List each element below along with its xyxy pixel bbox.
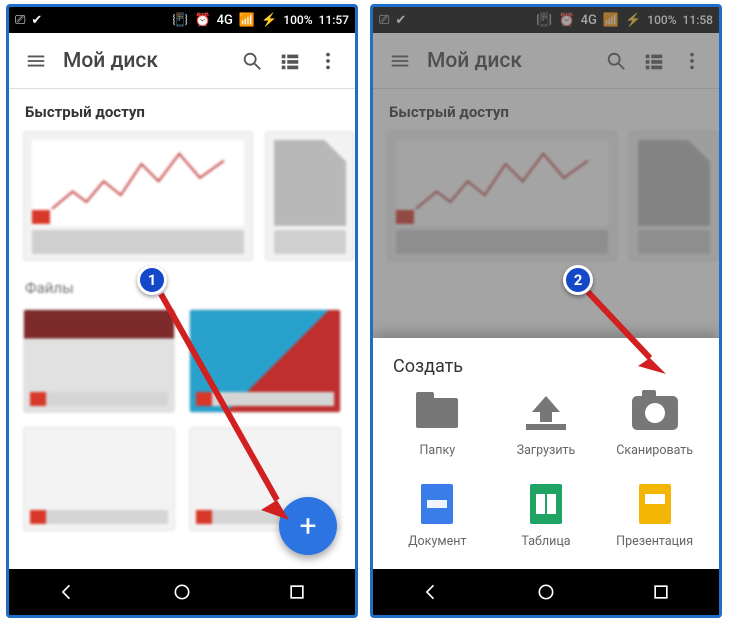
- create-bottom-sheet: Создать Папку Загрузить Сканировать Доку…: [373, 338, 719, 569]
- phone-screen-2: ⎚ ✔ 📳 ⏰ 4G 📶 ⚡ 100% 11:58 Мой диск Быстр…: [370, 4, 722, 618]
- files-heading: Файлы: [9, 261, 355, 303]
- create-sheet[interactable]: Таблица: [492, 484, 601, 549]
- clock: 11:57: [319, 13, 349, 27]
- camera-icon: [632, 396, 678, 430]
- phone-screen-1: ⎚ ✔ 📳 ⏰ 4G 📶 ⚡ 100% 11:57 Мой диск: [6, 4, 358, 618]
- search-icon[interactable]: [235, 44, 269, 78]
- upload[interactable]: Загрузить: [492, 393, 601, 458]
- fab-create[interactable]: +: [279, 497, 337, 555]
- scan-label: Сканировать: [616, 443, 693, 458]
- app-bar: Мой диск: [9, 33, 355, 89]
- create-slides-label: Презентация: [616, 534, 693, 549]
- file-thumb[interactable]: [23, 309, 175, 413]
- view-list-icon[interactable]: [273, 44, 307, 78]
- google-doc-icon: [421, 484, 453, 524]
- quick-access-heading: Быстрый доступ: [9, 89, 355, 131]
- create-sheet-label: Таблица: [521, 534, 570, 549]
- signal-icon: 📶: [239, 14, 255, 27]
- create-folder-label: Папку: [420, 443, 456, 458]
- nav-recent[interactable]: [649, 580, 673, 604]
- nav-recent[interactable]: [285, 580, 309, 604]
- quick-card[interactable]: [265, 131, 355, 261]
- nav-home[interactable]: [534, 580, 558, 604]
- menu-icon[interactable]: [19, 44, 53, 78]
- annotation-badge-2: 2: [563, 265, 593, 295]
- battery-percent: 100%: [283, 13, 312, 27]
- create-doc[interactable]: Документ: [383, 484, 492, 549]
- folder-icon: [416, 398, 458, 428]
- quick-card[interactable]: [23, 131, 253, 261]
- create-slides[interactable]: Презентация: [600, 484, 709, 549]
- status-bar: ⎚ ✔ 📳 ⏰ 4G 📶 ⚡ 100% 11:57: [9, 7, 355, 33]
- network-icon: 4G: [217, 14, 233, 27]
- google-sheet-icon: [530, 484, 562, 524]
- android-nav-bar: [9, 569, 355, 615]
- page-title: Мой диск: [53, 49, 235, 73]
- alarm-icon: ⏰: [194, 14, 210, 27]
- nav-home[interactable]: [170, 580, 194, 604]
- overflow-icon[interactable]: [311, 44, 345, 78]
- create-folder[interactable]: Папку: [383, 393, 492, 458]
- sheet-title: Создать: [383, 356, 709, 393]
- annotation-badge-1: 1: [137, 265, 167, 295]
- create-doc-label: Документ: [408, 534, 466, 549]
- battery-icon: ⚡: [261, 14, 277, 27]
- upload-icon: [526, 396, 566, 430]
- check-icon: ✔: [31, 14, 42, 27]
- vibrate-icon: 📳: [172, 14, 188, 27]
- upload-label: Загрузить: [517, 443, 576, 458]
- plus-icon: +: [299, 509, 316, 544]
- file-thumb[interactable]: [23, 427, 175, 531]
- google-slides-icon: [639, 484, 671, 524]
- scan[interactable]: Сканировать: [600, 393, 709, 458]
- nav-back[interactable]: [419, 580, 443, 604]
- nav-back[interactable]: [55, 580, 79, 604]
- file-thumb[interactable]: [189, 309, 341, 413]
- quick-access-row: [9, 131, 355, 261]
- android-nav-bar: [373, 569, 719, 615]
- cast-icon: ⎚: [15, 14, 25, 27]
